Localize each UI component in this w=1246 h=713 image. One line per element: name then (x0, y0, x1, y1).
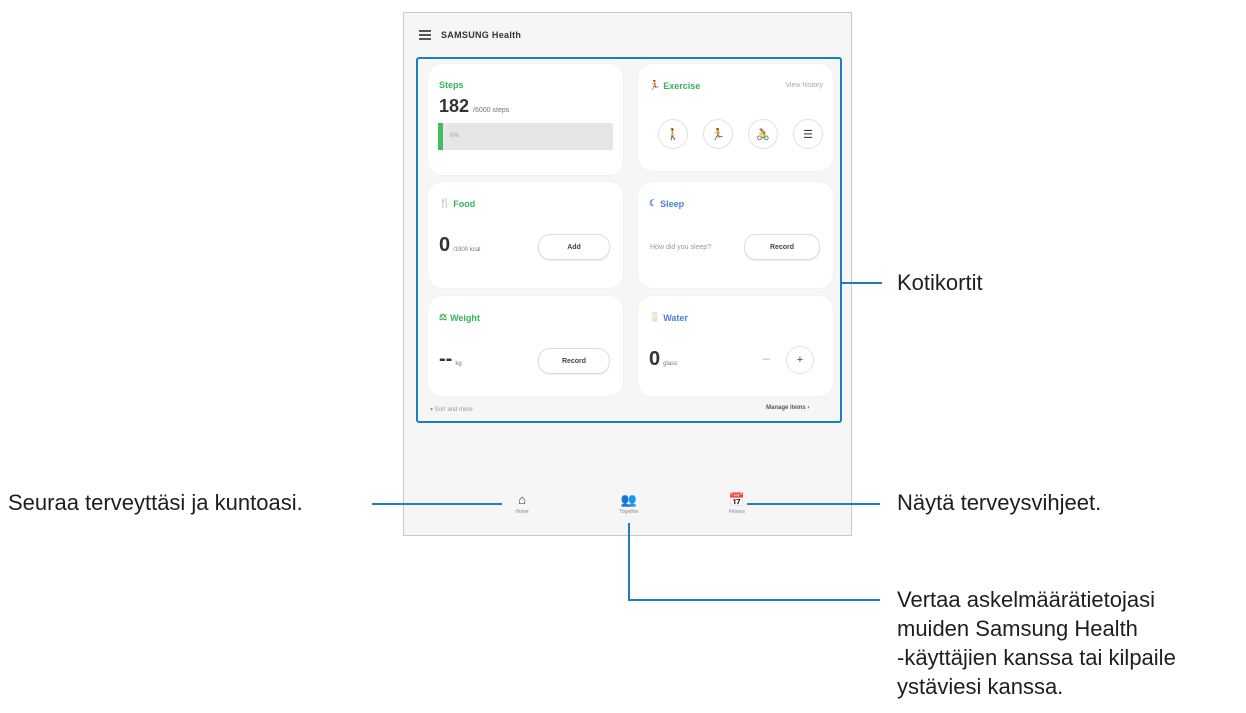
nav-fitness-label: Fitness (728, 509, 746, 515)
menu-icon[interactable] (419, 30, 431, 40)
callout-line-together-vertical (628, 523, 630, 600)
nav-together-label: Together (619, 509, 639, 515)
callout-compare-steps: Vertaa askelmäärätietojasi muiden Samsun… (897, 587, 1176, 699)
app-header: SAMSUNG Health (419, 27, 521, 43)
app-title: SAMSUNG Health (441, 30, 522, 40)
callout-health-tips: Näytä terveysvihjeet. (897, 490, 1102, 515)
callout-line-tips (747, 503, 880, 505)
callout-line-together-horizontal (628, 599, 880, 601)
callout-home-cards: Kotikortit (897, 270, 983, 295)
home-cards-highlight (416, 57, 842, 423)
nav-together[interactable]: 👥 Together (599, 492, 659, 516)
callout-track-health: Seuraa terveyttäsi ja kuntoasi. (8, 490, 303, 515)
nav-home-label: Home (515, 509, 529, 515)
callout-line-home (372, 503, 502, 505)
people-icon: 👥 (620, 492, 638, 507)
callout-line-cards (842, 282, 882, 284)
